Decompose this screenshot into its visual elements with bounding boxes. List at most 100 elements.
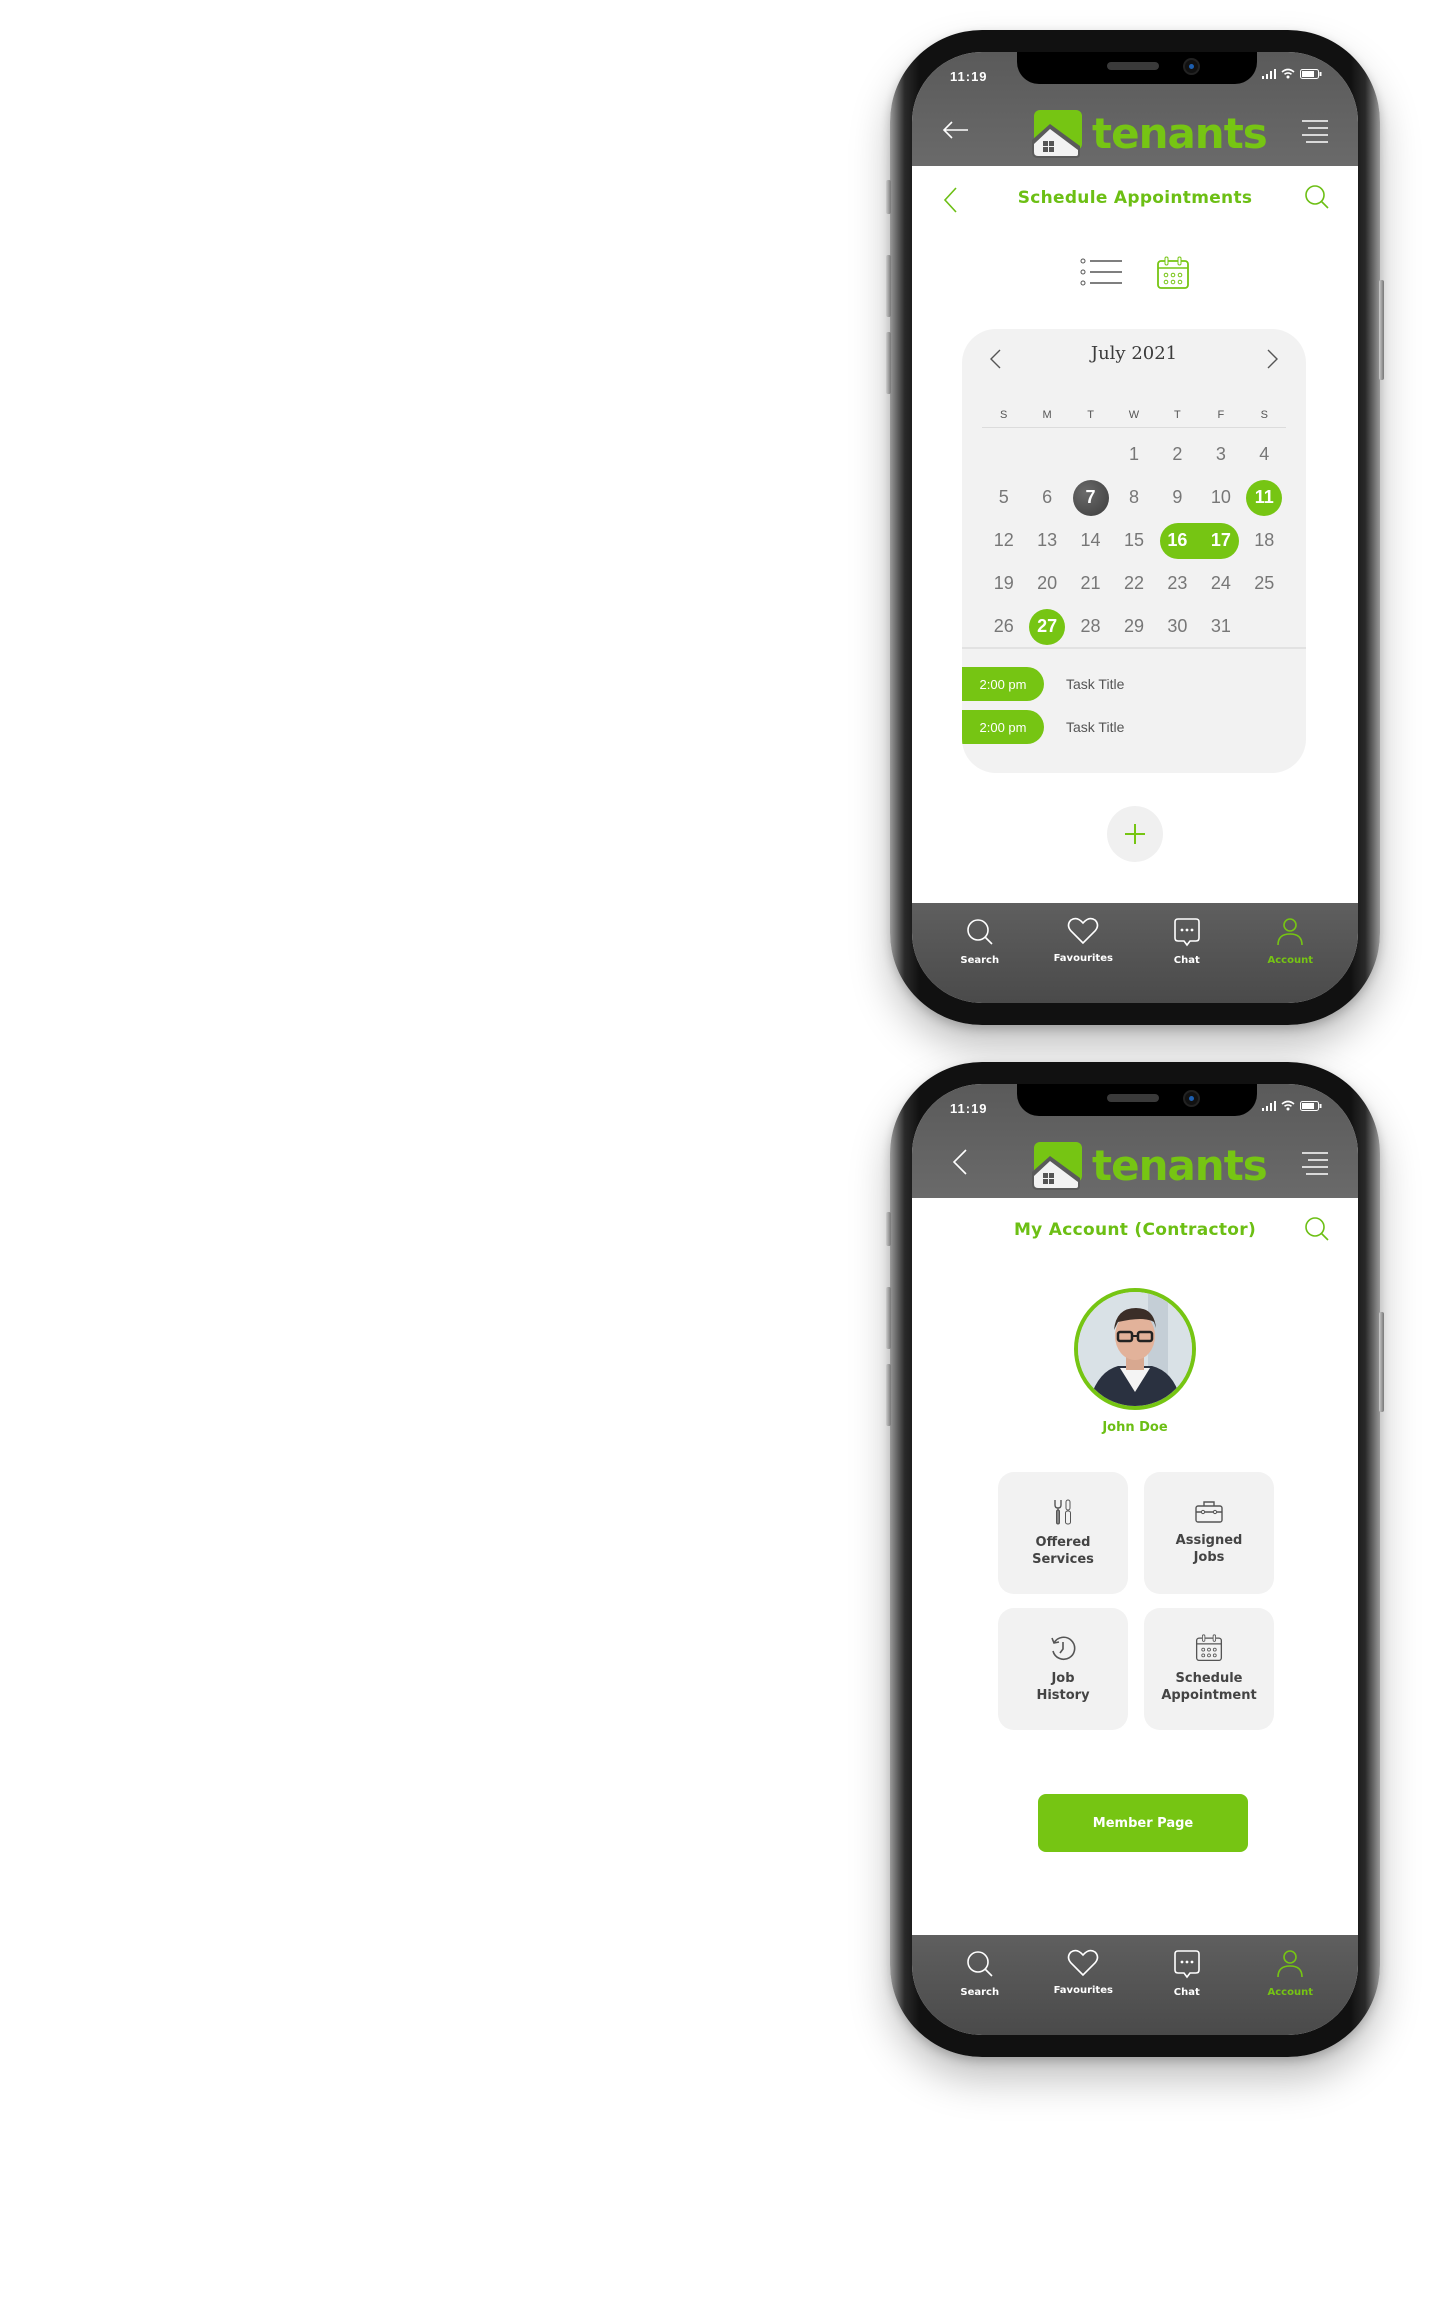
calendar-day[interactable]: 6: [1025, 476, 1068, 519]
calendar-day[interactable]: 21: [1069, 562, 1112, 605]
tile-assigned-jobs[interactable]: Assigned Jobs: [1144, 1472, 1274, 1594]
tile-label: Offered Services: [1032, 1535, 1094, 1567]
user-icon: [1276, 1949, 1304, 1983]
tile-job-history[interactable]: Job History: [998, 1608, 1128, 1730]
volume-down-button: [886, 1364, 891, 1426]
calendar-day[interactable]: 8: [1112, 476, 1155, 519]
status-time: 11:19: [950, 69, 988, 84]
history-icon: [1051, 1636, 1076, 1660]
tab-account[interactable]: Account: [1245, 1935, 1335, 2035]
back-arrow-icon[interactable]: [940, 116, 972, 144]
task-item[interactable]: 2:00 pm Task Title: [962, 667, 1124, 701]
calendar-card: July 2021 SMTWTFS 1 2 3 4 5 6 7 8 9 10 11 12 13 14 15 1…: [962, 329, 1306, 773]
calendar-day[interactable]: 3: [1199, 433, 1242, 476]
search-icon: [965, 1949, 995, 1983]
tab-chat[interactable]: Chat: [1142, 903, 1232, 1003]
day-number: 6: [1042, 487, 1053, 507]
tile-offered-services[interactable]: Offered Services: [998, 1472, 1128, 1594]
page-title: My Account (Contractor): [1013, 1220, 1257, 1240]
signal-icon: [1262, 1100, 1276, 1111]
chat-bubble-icon: [1173, 1949, 1201, 1983]
calendar-view-icon[interactable]: [1156, 256, 1190, 290]
task-item[interactable]: 2:00 pm Task Title: [962, 710, 1124, 744]
calendar-day[interactable]: 2: [1156, 433, 1199, 476]
tab-favourites[interactable]: Favourites: [1038, 903, 1128, 1003]
tab-label: Account: [1267, 1987, 1313, 1998]
task-time-badge: 2:00 pm: [962, 667, 1044, 701]
calendar-day[interactable]: 30: [1156, 605, 1199, 648]
calendar-day[interactable]: 17: [1198, 519, 1242, 562]
tile-label: Assigned Jobs: [1175, 1533, 1243, 1565]
calendar-day[interactable]: 1: [1112, 433, 1155, 476]
calendar-day[interactable]: 13: [1025, 519, 1068, 562]
tools-icon: [1054, 1499, 1071, 1525]
calendar-day[interactable]: 18: [1243, 519, 1286, 562]
empty-day-cell: [982, 433, 1025, 476]
calendar-day[interactable]: 23: [1156, 562, 1199, 605]
app-header: 11:19 tenants: [912, 1084, 1358, 1198]
day-number: 10: [1210, 487, 1231, 507]
battery-icon: [1300, 1100, 1322, 1111]
calendar-day[interactable]: 27: [1025, 605, 1068, 648]
search-icon[interactable]: [1304, 1216, 1330, 1242]
next-month-icon[interactable]: [1262, 347, 1282, 371]
weekday-label: W: [1128, 409, 1140, 421]
menu-icon[interactable]: [1300, 118, 1330, 144]
wifi-icon: [1281, 1100, 1295, 1111]
day-number: 3: [1215, 444, 1226, 464]
member-page-button[interactable]: Member Page: [1038, 1794, 1248, 1852]
house-logo-icon: [1032, 110, 1082, 158]
signal-icon: [1262, 68, 1276, 79]
user-photo: [1078, 1292, 1192, 1406]
divider: [982, 427, 1286, 428]
calendar-day[interactable]: 9: [1156, 476, 1199, 519]
status-time: 11:19: [950, 1101, 988, 1116]
weekday-label: S: [1260, 409, 1268, 421]
calendar-day[interactable]: 19: [982, 562, 1025, 605]
calendar-day[interactable]: 31: [1199, 605, 1242, 648]
tab-label: Chat: [1173, 955, 1200, 966]
calendar-day[interactable]: 4: [1243, 433, 1286, 476]
volume-down-button: [886, 332, 891, 394]
tab-favourites[interactable]: Favourites: [1038, 1935, 1128, 2035]
volume-up-button: [886, 255, 891, 317]
toolbox-icon: [1195, 1501, 1223, 1523]
tile-schedule-appointment[interactable]: Schedule Appointment: [1144, 1608, 1274, 1730]
speaker: [1107, 1094, 1159, 1102]
calendar-day[interactable]: 10: [1199, 476, 1242, 519]
wifi-icon: [1281, 68, 1295, 79]
calendar-day[interactable]: 29: [1112, 605, 1155, 648]
calendar-day[interactable]: 11: [1243, 476, 1286, 519]
user-icon: [1276, 917, 1304, 951]
back-chevron-icon[interactable]: [948, 1148, 980, 1176]
day-number: 11: [1254, 487, 1274, 507]
tab-search[interactable]: Search: [935, 903, 1025, 1003]
calendar-month-label: July 2021: [1090, 343, 1178, 364]
calendar-day[interactable]: 22: [1112, 562, 1155, 605]
calendar-day[interactable]: 24: [1199, 562, 1242, 605]
tab-chat[interactable]: Chat: [1142, 1935, 1232, 2035]
search-icon[interactable]: [1304, 184, 1330, 210]
camera: [1183, 58, 1200, 75]
user-avatar[interactable]: [1074, 1288, 1196, 1410]
calendar-day[interactable]: 26: [982, 605, 1025, 648]
menu-icon[interactable]: [1300, 1150, 1330, 1176]
calendar-day[interactable]: 7: [1069, 476, 1112, 519]
list-view-icon[interactable]: [1080, 256, 1124, 288]
user-name: John Doe: [1102, 1420, 1168, 1435]
power-button: [1379, 280, 1384, 380]
calendar-day[interactable]: 28: [1069, 605, 1112, 648]
day-number: 15: [1123, 530, 1144, 550]
calendar-day[interactable]: 15: [1112, 519, 1155, 562]
add-appointment-button[interactable]: [1107, 806, 1163, 862]
tab-account[interactable]: Account: [1245, 903, 1335, 1003]
calendar-day[interactable]: 14: [1069, 519, 1112, 562]
calendar-day[interactable]: 16: [1156, 519, 1201, 562]
tab-search[interactable]: Search: [935, 1935, 1025, 2035]
calendar-day[interactable]: 12: [982, 519, 1025, 562]
calendar-day[interactable]: 25: [1243, 562, 1286, 605]
calendar-day[interactable]: 5: [982, 476, 1025, 519]
day-number: 12: [993, 530, 1014, 550]
calendar-day[interactable]: 20: [1025, 562, 1068, 605]
day-number: 1: [1128, 444, 1139, 464]
